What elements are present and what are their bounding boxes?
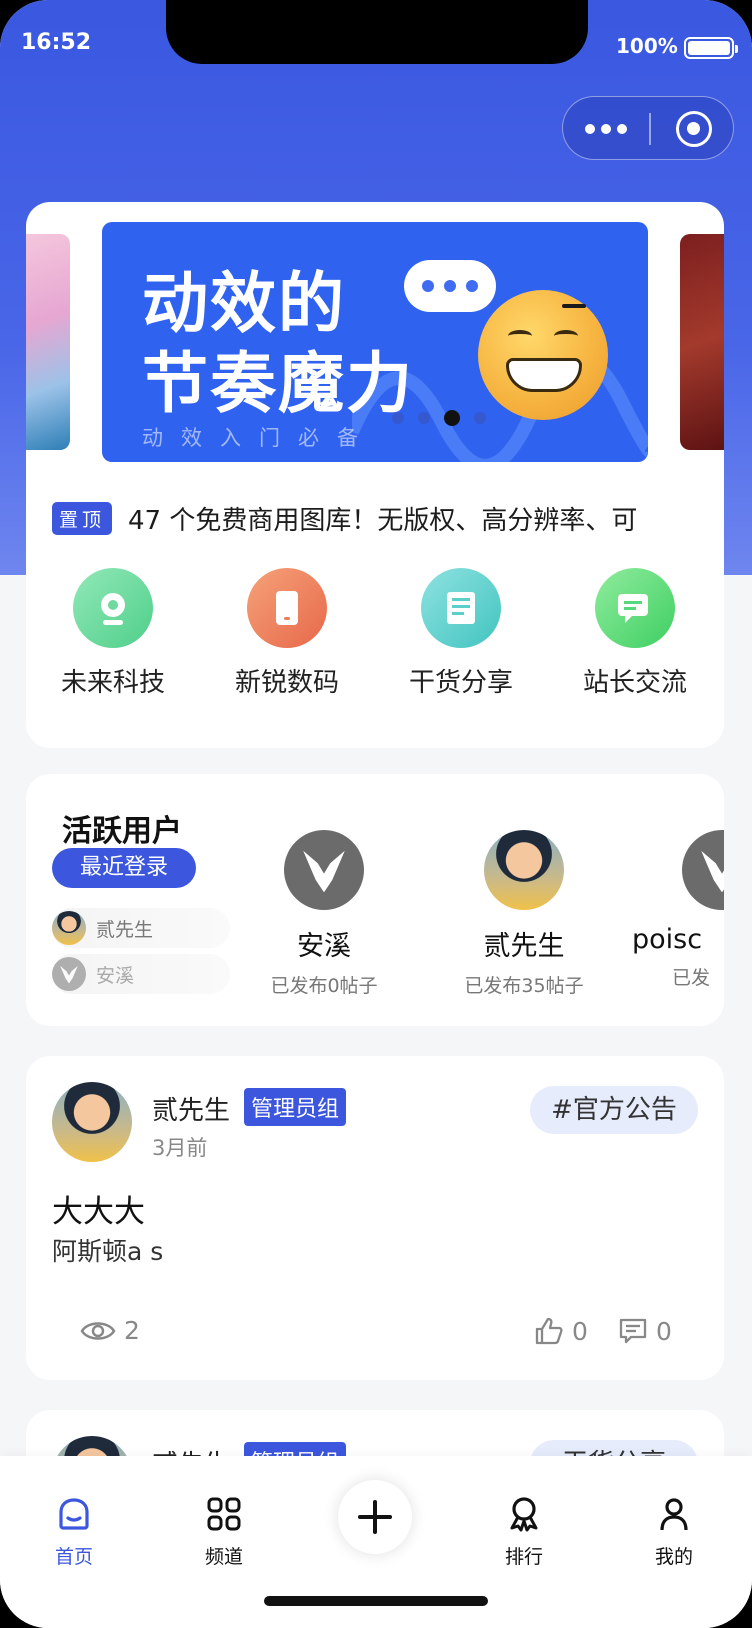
capsule-divider xyxy=(649,113,651,145)
eye-icon xyxy=(80,1321,116,1340)
user-name: poisc xyxy=(632,924,703,955)
pager-dot-active[interactable] xyxy=(444,410,460,426)
views-count: 2 xyxy=(124,1316,140,1345)
pinned-notice[interactable]: 置顶 47 个免费商用图库！无版权、高分辨率、可 xyxy=(52,500,637,537)
avatar xyxy=(52,911,86,945)
webcam-icon xyxy=(73,568,153,648)
active-user-item[interactable]: 安溪 已发布0帖子 xyxy=(224,830,424,998)
active-user-item[interactable]: 贰先生 已发布35帖子 xyxy=(424,830,624,998)
status-time: 16:52 xyxy=(21,30,92,55)
tab-ranking[interactable]: 排行 xyxy=(484,1496,564,1569)
recent-user-name: 安溪 xyxy=(96,964,135,987)
banner-slide[interactable]: 动效的 节奏魔力 动效入门必备 xyxy=(102,222,648,462)
battery-percent: 100% xyxy=(616,34,678,58)
channel-label: 站长交流 xyxy=(582,668,687,698)
active-users-card: 活跃用户 最近登录 贰先生 安溪 安溪 已发布0帖子 贰先生 已发布35帖子 p… xyxy=(26,774,724,1026)
pager-dot[interactable] xyxy=(418,412,430,424)
banner-next-slide[interactable] xyxy=(680,234,724,450)
banner-prev-slide[interactable] xyxy=(26,234,70,450)
post-title: 大大大 xyxy=(52,1194,145,1230)
comment-button[interactable]: 0 xyxy=(618,1316,672,1346)
post-views: 2 xyxy=(80,1316,140,1345)
tab-label: 排行 xyxy=(504,1546,543,1568)
home-icon xyxy=(59,1498,89,1530)
phone-icon xyxy=(247,568,327,648)
close-target-icon[interactable] xyxy=(676,111,712,147)
active-users-title: 活跃用户 xyxy=(62,814,182,849)
channel-grid: 未来科技 新锐数码 干货分享 站长交流 xyxy=(26,568,724,699)
recent-user-row[interactable]: 贰先生 xyxy=(52,908,230,948)
tab-channels[interactable]: 频道 xyxy=(184,1496,264,1569)
user-name: 安溪 xyxy=(297,931,351,962)
avatar xyxy=(52,957,86,991)
thumbs-up-icon xyxy=(535,1317,563,1345)
post-card[interactable]: 贰先生 管理员组 3月前 #官方公告 大大大 阿斯顿a s 2 0 0 xyxy=(26,1056,724,1380)
user-name: 贰先生 xyxy=(483,931,565,962)
banner-title-line2: 节奏魔力 xyxy=(142,345,414,422)
user-icon xyxy=(660,1498,688,1531)
notch xyxy=(166,0,588,64)
comment-icon xyxy=(619,1318,647,1344)
home-indicator xyxy=(264,1596,488,1606)
recent-user-row[interactable]: 安溪 xyxy=(52,954,230,994)
pager-dot[interactable] xyxy=(392,412,404,424)
tab-label: 首页 xyxy=(54,1546,93,1568)
speech-bubble-icon xyxy=(404,260,496,312)
pinned-text: 47 个免费商用图库！无版权、高分辨率、可 xyxy=(128,506,638,536)
post-time: 3月前 xyxy=(152,1136,208,1160)
tab-label: 我的 xyxy=(654,1546,693,1568)
miniprogram-capsule xyxy=(562,96,734,160)
post-topic-tag[interactable]: #官方公告 xyxy=(530,1086,698,1134)
avatar xyxy=(484,830,564,910)
channel-item-future-tech[interactable]: 未来科技 xyxy=(26,568,200,699)
role-badge: 管理员组 xyxy=(244,1088,347,1126)
channel-item-share[interactable]: 干货分享 xyxy=(374,568,548,699)
grid-icon xyxy=(207,1497,241,1531)
post-body: 阿斯顿a s xyxy=(52,1237,164,1266)
chat-icon xyxy=(595,568,675,648)
more-icon[interactable] xyxy=(585,124,627,134)
battery-icon xyxy=(684,37,738,59)
active-user-item[interactable]: poisc 已发 xyxy=(632,830,724,990)
user-post-count: 已发布0帖子 xyxy=(270,975,378,997)
avatar xyxy=(682,830,724,910)
likes-count: 0 xyxy=(572,1316,588,1346)
tab-label: 频道 xyxy=(204,1546,243,1568)
channel-label: 未来科技 xyxy=(60,668,165,698)
post-author[interactable]: 贰先生 xyxy=(152,1090,230,1127)
like-button[interactable]: 0 xyxy=(534,1316,588,1346)
banner-pager xyxy=(392,410,486,426)
banner-subtitle: 动效入门必备 xyxy=(142,426,376,450)
award-icon xyxy=(510,1497,538,1532)
author-avatar[interactable] xyxy=(52,1082,132,1162)
pinned-badge: 置顶 xyxy=(52,502,113,535)
tab-me[interactable]: 我的 xyxy=(634,1496,714,1569)
user-post-count: 已发 xyxy=(672,967,711,989)
tab-home[interactable]: 首页 xyxy=(34,1496,114,1569)
recent-login-button[interactable]: 最近登录 xyxy=(52,848,196,888)
avatar xyxy=(284,830,364,910)
document-icon xyxy=(421,568,501,648)
channel-label: 新锐数码 xyxy=(234,668,339,698)
feature-card: 动效的 节奏魔力 动效入门必备 置顶 47 个免费商用图库！无版权、高分辨率、可 xyxy=(26,202,724,748)
channel-item-webmaster[interactable]: 站长交流 xyxy=(548,568,722,699)
comments-count: 0 xyxy=(656,1316,672,1346)
user-post-count: 已发布35帖子 xyxy=(464,975,584,997)
channel-label: 干货分享 xyxy=(408,668,513,698)
channel-item-digital[interactable]: 新锐数码 xyxy=(200,568,374,699)
recent-user-name: 贰先生 xyxy=(96,918,154,941)
create-post-button[interactable] xyxy=(338,1480,412,1554)
pager-dot[interactable] xyxy=(474,412,486,424)
phone-screen: 16:52 100% 动效的 节奏魔力 动效入门必备 置顶 47 个免费商用图库… xyxy=(0,0,752,1628)
grin-emoji-icon xyxy=(478,290,608,420)
